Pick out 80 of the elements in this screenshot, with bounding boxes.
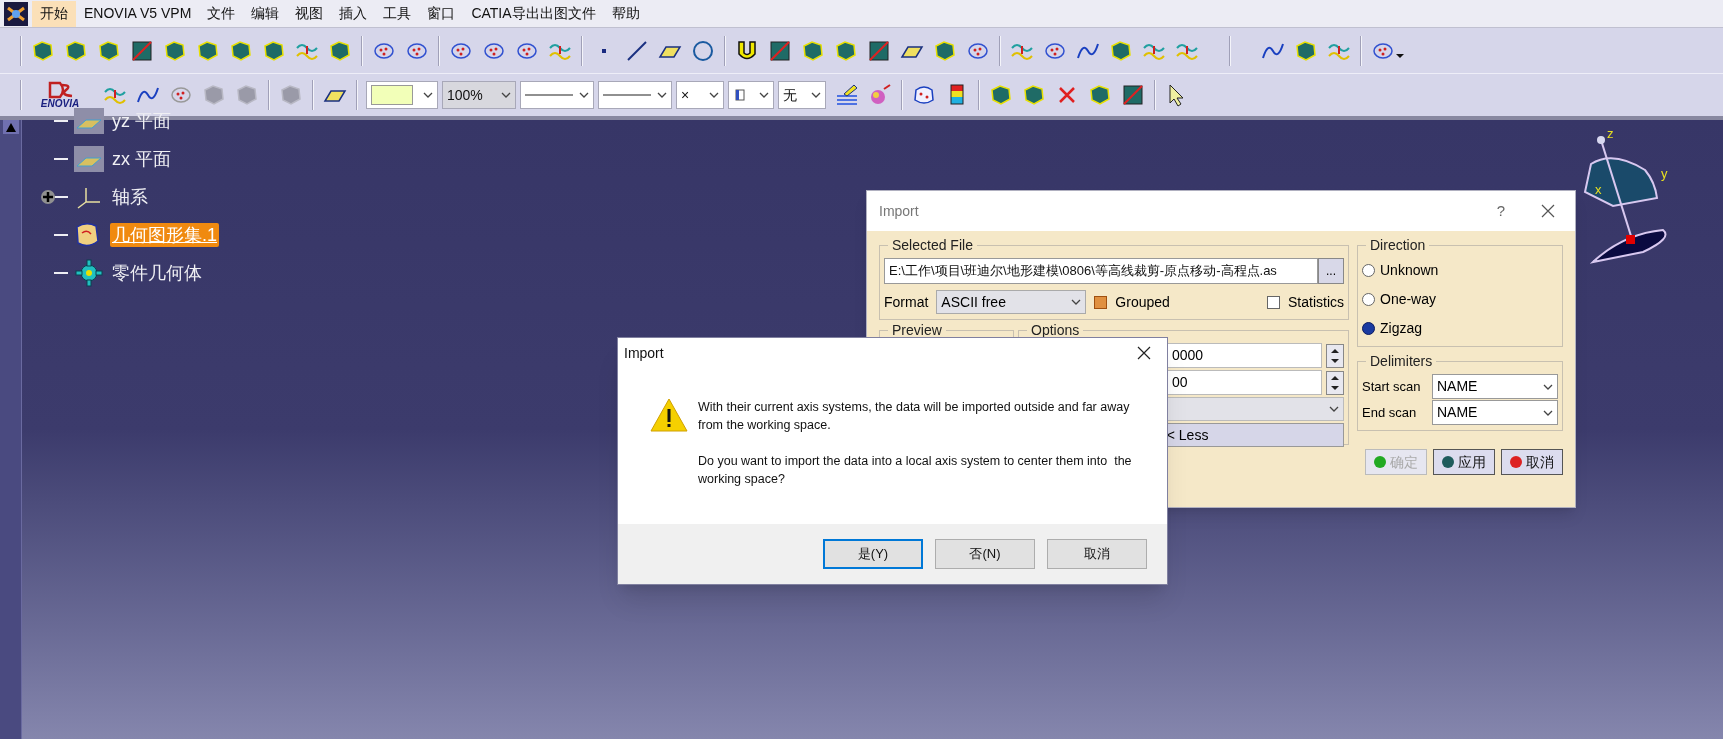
delimiter-label: Start scan	[1362, 377, 1422, 396]
spin-buttons[interactable]	[1326, 370, 1344, 395]
axis-label: x	[1595, 182, 1602, 197]
caret-icon	[811, 90, 821, 100]
checkbox[interactable]	[1094, 295, 1108, 309]
caret-icon	[709, 90, 719, 100]
logo-text: ENOVIA	[40, 99, 80, 109]
tree-item[interactable]: zx 平面	[110, 147, 173, 171]
axis-label: z	[1607, 126, 1614, 141]
surface-icon[interactable]	[1021, 82, 1047, 108]
tree-item[interactable]: 轴系	[110, 185, 150, 209]
file-path-field[interactable]: E:\工作\项目\班迪尔\地形建模\0806\等高线裁剪-原点移动-高程点.as	[884, 258, 1318, 284]
radio-label: Zigzag	[1380, 319, 1423, 338]
menu-item[interactable]: CATIA导出出图文件	[463, 0, 604, 27]
checkbox[interactable]	[1267, 295, 1280, 309]
menu-item[interactable]: 窗口	[419, 0, 464, 27]
toolbar-dropdown[interactable]: 无	[778, 81, 826, 109]
caret-icon	[1329, 404, 1339, 414]
format-dropdown[interactable]: ASCII free	[936, 290, 1087, 314]
radio-button[interactable]	[1362, 264, 1375, 277]
dialog-button[interactable]: 取消	[1047, 539, 1147, 569]
toolbar-dropdown[interactable]	[520, 81, 594, 109]
layer-icon	[733, 88, 747, 102]
dialog-button[interactable]: 否(N)	[935, 539, 1035, 569]
dialog-button[interactable]: 是(Y)	[823, 539, 923, 569]
axis-label: y	[1661, 166, 1668, 181]
menu-item[interactable]: 编辑	[243, 0, 288, 27]
menu-item[interactable]: 视图	[287, 0, 332, 27]
menu-item[interactable]: ENOVIA V5 VPM	[76, 0, 200, 27]
toolbar-dropdown[interactable]	[598, 81, 672, 109]
surface-icon[interactable]	[988, 82, 1014, 108]
menu-item[interactable]: 插入	[331, 0, 376, 27]
window-title: Import	[624, 343, 665, 363]
tree-item[interactable]: 零件几何体	[110, 261, 204, 285]
delimiter-dropdown[interactable]: NAME	[1432, 374, 1558, 399]
dialog-button[interactable]: 取消	[1501, 449, 1563, 475]
checkbox-label: Grouped	[1115, 292, 1171, 312]
browse-button[interactable]: ...	[1318, 258, 1344, 284]
scroll-up-arrow-icon[interactable]	[2, 120, 19, 134]
axis-compass-drawing[interactable]: z x y	[1573, 124, 1683, 264]
split-icon[interactable]	[1120, 82, 1146, 108]
caret-icon	[501, 90, 511, 100]
plane-icon	[74, 146, 104, 172]
scroll-bar[interactable]	[0, 120, 22, 739]
caret-icon	[579, 90, 589, 100]
radio-label: One-way	[1380, 290, 1437, 309]
spin-buttons[interactable]	[1326, 343, 1344, 368]
toolbar-dropdown[interactable]: ×	[676, 81, 724, 109]
menu-item[interactable]: 文件	[199, 0, 244, 27]
menu-item[interactable]: 开始	[32, 0, 76, 27]
brush-icon[interactable]	[834, 82, 860, 108]
surface-icon[interactable]	[1087, 82, 1113, 108]
checkbox-label: Statistics	[1288, 292, 1344, 312]
gear-icon	[74, 259, 104, 287]
caret-icon	[759, 90, 769, 100]
warning-icon	[650, 398, 688, 432]
line-style-icon	[603, 92, 651, 98]
app-logo-icon[interactable]	[4, 1, 28, 26]
delimiter-label: End scan	[1362, 403, 1418, 422]
message-text: Do you want to import the data into a local axis system to center them into the working space?	[698, 453, 1133, 488]
help-button[interactable]: ?	[1496, 199, 1505, 223]
menu-item[interactable]: 工具	[375, 0, 420, 27]
format-label: Format	[884, 292, 929, 312]
delimiter-dropdown[interactable]: NAME	[1432, 400, 1558, 425]
radio-button[interactable]	[1362, 293, 1375, 306]
close-icon[interactable]	[1137, 346, 1151, 360]
line-style-icon	[525, 92, 573, 98]
expand-icon[interactable]	[40, 189, 56, 205]
radio-button[interactable]	[1362, 322, 1375, 335]
color-swatch	[371, 85, 413, 105]
radio-label: Unknown	[1380, 261, 1439, 280]
logo-icon	[46, 81, 74, 99]
dialog-button[interactable]: 应用	[1433, 449, 1495, 475]
caret-icon	[1071, 297, 1082, 307]
caret-icon	[423, 90, 433, 100]
window-title: Import	[879, 201, 920, 221]
toolbar-dropdown[interactable]	[728, 81, 774, 109]
caret-icon	[657, 90, 667, 100]
menu-item[interactable]: 帮助	[603, 0, 648, 27]
close-icon[interactable]	[1541, 204, 1555, 218]
